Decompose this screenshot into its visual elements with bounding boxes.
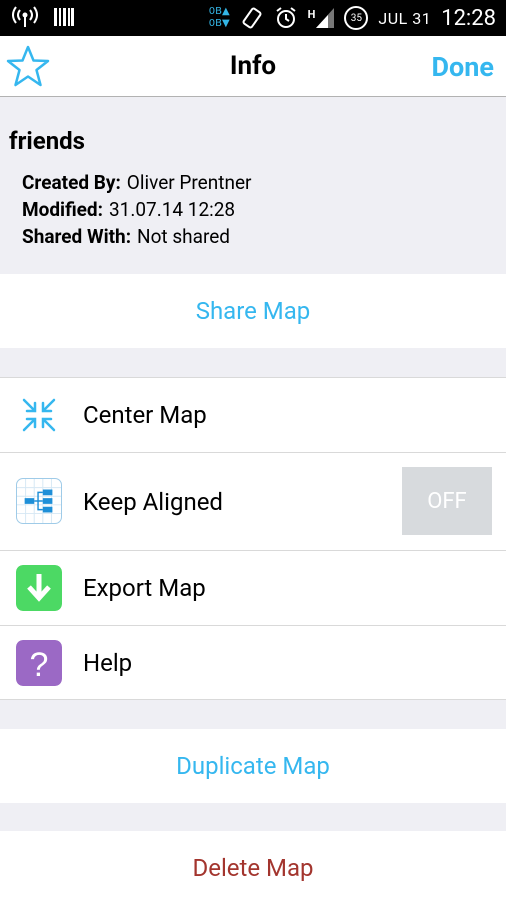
keep-aligned-row: Keep Aligned OFF (0, 453, 506, 550)
status-date: JUL 31 (378, 8, 432, 28)
center-map-icon (22, 398, 56, 432)
created-by-key: Created By: (22, 171, 121, 194)
center-map-row[interactable]: Center Map (0, 378, 506, 452)
keep-aligned-label: Keep Aligned (83, 487, 223, 516)
created-by-line: Created By: Oliver Prentner (22, 169, 251, 196)
svg-text:?: ? (30, 646, 49, 684)
status-time: 12:28 (441, 5, 496, 31)
vibrate-icon (242, 7, 262, 29)
page-title: Info (229, 51, 277, 81)
done-button[interactable]: Done (431, 51, 494, 83)
alarm-icon (276, 7, 296, 28)
modified-line: Modified: 31.07.14 12:28 (22, 196, 251, 223)
export-download-icon (16, 565, 62, 611)
created-by-value: Oliver Prentner (126, 171, 252, 194)
help-question-icon: ? (16, 640, 62, 686)
network-speed: 0B▲ 0B▼ (209, 6, 230, 30)
keep-aligned-toggle[interactable]: OFF (402, 467, 492, 535)
map-metadata: Created By: Oliver Prentner Modified: 31.0… (22, 169, 251, 250)
help-label: Help (83, 649, 133, 677)
nav-bar: Info Done (0, 36, 506, 97)
share-map-button[interactable]: Share Map (0, 274, 506, 348)
battery-indicator: 35 (344, 6, 369, 30)
delete-map-button[interactable]: Delete Map (0, 831, 506, 900)
modified-key: Modified: (22, 198, 103, 221)
export-map-label: Export Map (83, 574, 206, 602)
duplicate-map-button[interactable]: Duplicate Map (0, 729, 506, 803)
signal-type-label: H (307, 8, 316, 21)
center-map-label: Center Map (83, 401, 207, 429)
export-map-row[interactable]: Export Map (0, 551, 506, 625)
map-info-section: friends Created By: Oliver Prentner Modif… (0, 97, 506, 274)
signal-strength: H (308, 8, 335, 28)
shared-with-line: Shared With: Not shared (22, 223, 251, 250)
battery-level: 35 (350, 12, 363, 24)
status-bar: 0B▲ 0B▼ H 35 JUL 31 12:28 (0, 0, 506, 36)
keep-aligned-icon (16, 478, 62, 524)
map-options-list: Center Map Keep Aligned OFF Export Map ?… (0, 377, 506, 700)
net-down: 0B▼ (208, 18, 230, 29)
shared-with-key: Shared With: (22, 225, 132, 248)
shared-with-value: Not shared (137, 225, 231, 248)
signal-bars-icon (316, 8, 335, 28)
help-row[interactable]: ? Help (0, 626, 506, 700)
modified-value: 31.07.14 12:28 (108, 198, 236, 221)
wireless-broadcast-icon (12, 6, 38, 27)
net-up: 0B▲ (208, 6, 230, 17)
map-name: friends (9, 127, 85, 155)
barcode-icon (54, 8, 74, 26)
